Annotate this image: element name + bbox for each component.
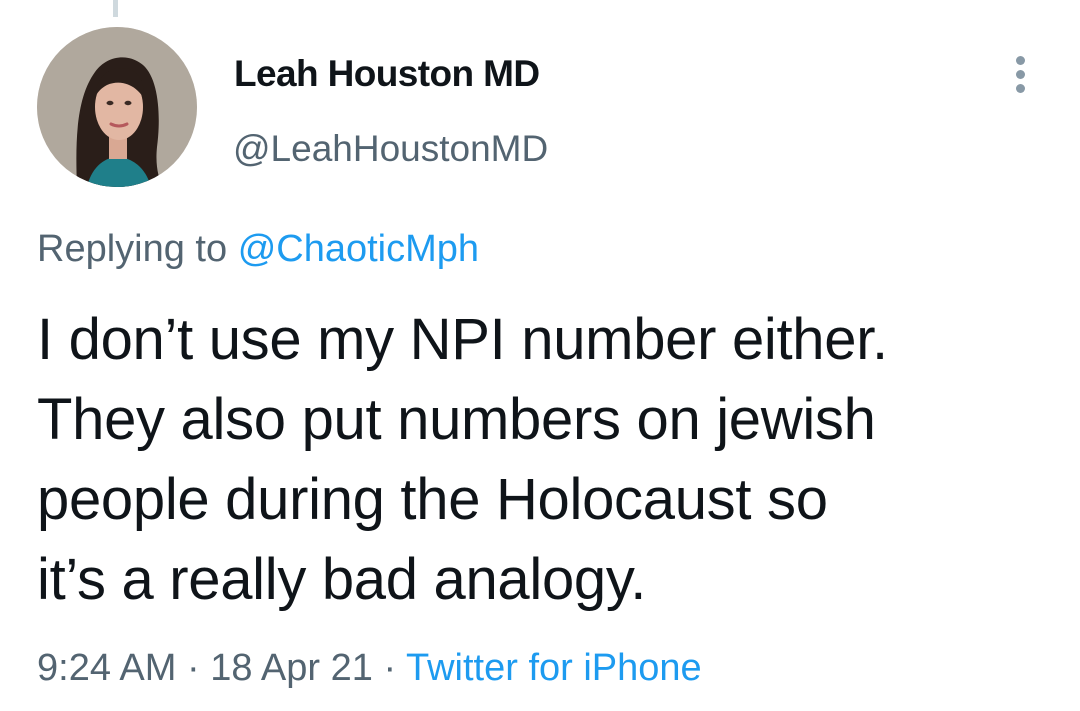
meta-separator: · xyxy=(383,647,397,689)
more-vertical-icon[interactable] xyxy=(1008,55,1034,95)
meta-separator: · xyxy=(186,647,200,689)
avatar-image xyxy=(37,27,197,187)
author-display-name[interactable]: Leah Houston MD xyxy=(234,53,540,95)
tweet-text: I don’t use my NPI number either. They a… xyxy=(37,307,888,612)
avatar[interactable] xyxy=(37,27,197,187)
tweet-source-link[interactable]: Twitter for iPhone xyxy=(406,647,702,689)
tweet-time[interactable]: 9:24 AM xyxy=(37,647,176,689)
tweet-metadata: 9:24 AM · 18 Apr 21 · Twitter for iPhone xyxy=(37,647,702,690)
thread-connector-line xyxy=(113,0,118,17)
tweet-date[interactable]: 18 Apr 21 xyxy=(210,647,373,689)
replying-to: Replying to @ChaoticMph xyxy=(37,228,479,271)
replying-to-label: Replying to xyxy=(37,228,228,270)
author-handle[interactable]: @LeahHoustonMD xyxy=(233,128,548,170)
reply-mention-link[interactable]: @ChaoticMph xyxy=(238,228,479,270)
